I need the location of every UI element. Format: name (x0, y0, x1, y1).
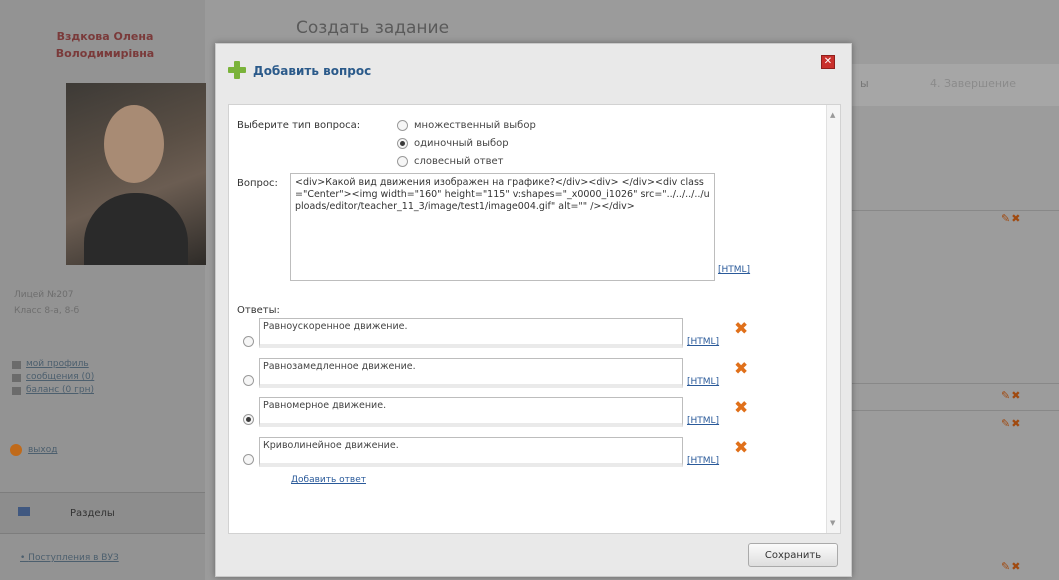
row-divider (850, 210, 1059, 211)
answer-radio-1[interactable] (243, 336, 254, 347)
question-textarea[interactable]: <div>Какой вид движения изображен на гра… (290, 173, 715, 281)
page-title: Создать задание (296, 18, 450, 38)
delete-icon[interactable]: ✖ (734, 361, 748, 378)
type-radio-single[interactable] (397, 138, 408, 149)
answer-html-link-3[interactable]: [HTML] (687, 416, 719, 426)
type-radio-multiple[interactable] (397, 120, 408, 131)
answer-input-4[interactable]: Криволинейное движение. (259, 437, 683, 467)
add-question-dialog: Добавить вопрос ✕ ▲ ▼ Выберите тип вопро… (215, 43, 852, 577)
type-option-text[interactable]: словесный ответ (397, 156, 503, 167)
question-type-label: Выберите тип вопроса: (237, 120, 361, 131)
row-divider (850, 383, 1059, 384)
answer-input-1[interactable]: Равноускоренное движение. (259, 318, 683, 348)
close-icon[interactable]: ✕ (821, 55, 835, 69)
add-answer-link[interactable]: Добавить ответ (291, 475, 366, 485)
edit-delete-icons[interactable]: ✎✖ (1001, 389, 1021, 402)
delete-icon[interactable]: ✖ (734, 400, 748, 417)
messages-icon (12, 373, 21, 382)
edit-delete-icons[interactable]: ✎✖ (1001, 560, 1021, 573)
exit-icon (10, 444, 22, 456)
answer-html-link-2[interactable]: [HTML] (687, 377, 719, 387)
edit-delete-icons[interactable]: ✎✖ (1001, 417, 1021, 430)
answer-radio-2[interactable] (243, 375, 254, 386)
dialog-header: Добавить вопрос ✕ (216, 44, 851, 102)
profile-links: мой профиль сообщения (0) баланс (0 грн) (12, 358, 94, 397)
dialog-body: ▲ ▼ Выберите тип вопроса: множественный … (228, 104, 841, 534)
dialog-title: Добавить вопрос (253, 64, 372, 78)
question-label: Вопрос: (237, 178, 278, 189)
delete-icon[interactable]: ✖ (734, 321, 748, 338)
balance-icon (12, 386, 21, 395)
folder-icon (18, 507, 30, 516)
exit-link[interactable]: выход (10, 444, 57, 456)
save-button[interactable]: Сохранить (748, 543, 838, 567)
scroll-up-icon[interactable]: ▲ (830, 111, 835, 119)
sections-label: Разделы (70, 508, 115, 519)
user-avatar (66, 83, 206, 265)
type-radio-text[interactable] (397, 156, 408, 167)
type-option-multiple[interactable]: множественный выбор (397, 120, 536, 131)
messages-link[interactable]: сообщения (0) (12, 371, 94, 384)
balance-link[interactable]: баланс (0 грн) (12, 384, 94, 397)
answer-radio-3[interactable] (243, 414, 254, 425)
answer-radio-4[interactable] (243, 454, 254, 465)
user-name: Вздкова Олена Володимирівна (55, 30, 155, 60)
sections-link[interactable]: • Поступления в ВУЗ (20, 553, 119, 563)
type-option-single[interactable]: одиночный выбор (397, 138, 509, 149)
wizard-steps: ы 4. Завершение (850, 64, 1059, 106)
delete-icon[interactable]: ✖ (734, 440, 748, 457)
scrollbar[interactable]: ▲ ▼ (826, 105, 840, 533)
wizard-step-4: 4. Завершение (930, 77, 1016, 90)
edit-delete-icons[interactable]: ✎✖ (1001, 212, 1021, 225)
scroll-down-icon[interactable]: ▼ (830, 519, 835, 527)
profile-link[interactable]: мой профиль (12, 358, 94, 371)
plus-icon (228, 61, 246, 79)
question-html-link[interactable]: [HTML] (718, 265, 750, 275)
answer-input-2[interactable]: Равнозамедленное движение. (259, 358, 683, 388)
answers-label: Ответы: (237, 305, 280, 316)
answer-input-3[interactable]: Равномерное движение. (259, 397, 683, 427)
answer-html-link-4[interactable]: [HTML] (687, 456, 719, 466)
user-school: Лицей №207 (14, 290, 74, 300)
user-class: Класс 8-а, 8-б (14, 306, 80, 316)
wizard-step-3: ы (860, 77, 869, 90)
row-divider (850, 410, 1059, 411)
profile-sidebar: Вздкова Олена Володимирівна Лицей №207 К… (0, 0, 206, 580)
profile-icon (12, 360, 21, 369)
answer-html-link-1[interactable]: [HTML] (687, 337, 719, 347)
user-info: Лицей №207 Класс 8-а, 8-б (14, 287, 79, 319)
sections-header: Разделы (0, 492, 205, 534)
